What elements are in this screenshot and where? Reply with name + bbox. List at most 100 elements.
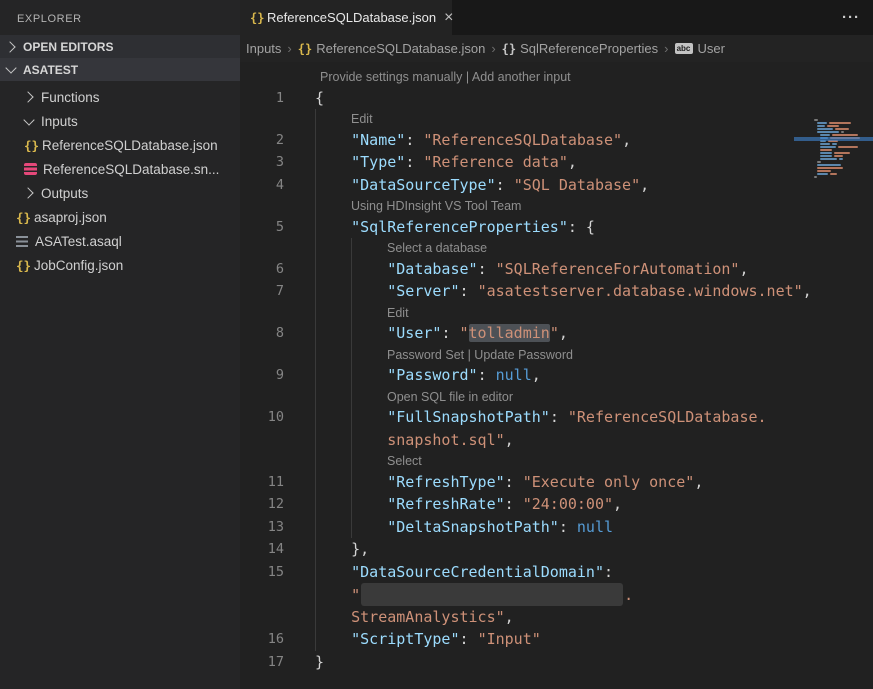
code-text: "SqlReferenceProperties": { xyxy=(315,216,595,239)
codelens-link[interactable]: Edit xyxy=(387,303,409,324)
minimap-line xyxy=(820,158,873,160)
code-line[interactable]: StreamAnalystics", xyxy=(240,606,873,629)
indent-guide xyxy=(351,387,352,407)
codelens-row[interactable]: Select xyxy=(240,451,873,471)
highlighted-text: tolladmin xyxy=(469,324,550,342)
code-line[interactable]: 12 "RefreshRate": "24:00:00", xyxy=(240,493,873,516)
tree-item-outputs[interactable]: Outputs xyxy=(0,181,240,205)
code-token: snapshot.sql" xyxy=(387,431,504,449)
codelens-row[interactable]: Using HDInsight VS Tool Team xyxy=(240,196,873,216)
code-line[interactable]: 1{ xyxy=(240,87,873,110)
code-token: , xyxy=(803,282,812,300)
section-open-editors[interactable]: OPEN EDITORS xyxy=(0,35,240,58)
minimap[interactable] xyxy=(800,119,873,181)
minimap-line xyxy=(817,170,873,172)
tree-item-referencesqldatabase-json[interactable]: {}ReferenceSQLDatabase.json xyxy=(0,133,240,157)
code-line[interactable]: 16 "ScriptType": "Input" xyxy=(240,628,873,651)
code-line[interactable]: 15 "DataSourceCredentialDomain": xyxy=(240,561,873,584)
code-line[interactable]: snapshot.sql", xyxy=(240,429,873,452)
breadcrumb-item-user[interactable]: abcUser xyxy=(675,41,725,56)
indent-guide xyxy=(351,303,352,323)
minimap-viewport[interactable] xyxy=(794,137,873,141)
tree-item-referencesqldatabase-sn[interactable]: ReferenceSQLDatabase.sn... xyxy=(0,157,240,181)
minimap-line xyxy=(820,152,873,154)
codelens-link[interactable]: Provide settings manually | Add another … xyxy=(320,67,571,88)
minimap-segment xyxy=(820,134,830,136)
chevron-down-icon xyxy=(5,62,16,73)
code-line[interactable]: 5 "SqlReferenceProperties": { xyxy=(240,216,873,239)
codelens-link[interactable]: Edit xyxy=(351,109,373,130)
code-line[interactable]: 10 "FullSnapshotPath": "ReferenceSQLData… xyxy=(240,406,873,429)
codelens-link[interactable]: Select a database xyxy=(387,238,487,259)
codelens-row[interactable]: Select a database xyxy=(240,238,873,258)
minimap-segment xyxy=(834,152,850,154)
codelens-link[interactable]: Select xyxy=(387,451,422,472)
code-token: , xyxy=(532,366,541,384)
chevron-right-icon xyxy=(22,187,33,198)
tree-item-label: ReferenceSQLDatabase.sn... xyxy=(43,162,219,177)
code-token xyxy=(315,518,387,536)
tree-item-inputs[interactable]: Inputs xyxy=(0,109,240,133)
code-token: " xyxy=(351,586,360,604)
code-line[interactable]: 8 "User": "tolladmin", xyxy=(240,322,873,345)
tree-item-asaproj-json[interactable]: {}asaproj.json xyxy=(0,205,240,229)
file-tree: FunctionsInputs{}ReferenceSQLDatabase.js… xyxy=(0,81,240,277)
indent-guide xyxy=(315,451,316,471)
tab-referencesqldatabase-json[interactable]: {} ReferenceSQLDatabase.json × xyxy=(240,0,452,35)
section-label: OPEN EDITORS xyxy=(23,40,113,54)
tree-item-asatest-asaql[interactable]: ASATest.asaql xyxy=(0,229,240,253)
codelens-link[interactable]: Password Set | Update Password xyxy=(387,345,573,366)
code-line[interactable]: 9 "Password": null, xyxy=(240,364,873,387)
codelens-row[interactable]: Open SQL file in editor xyxy=(240,387,873,407)
code-token: , xyxy=(739,260,748,278)
breadcrumb-separator: › xyxy=(491,41,495,56)
codelens-row[interactable]: Edit xyxy=(240,109,873,129)
codelens-row[interactable]: Password Set | Update Password xyxy=(240,345,873,365)
code-line[interactable]: ". xyxy=(240,583,873,606)
minimap-segment xyxy=(834,155,843,157)
json-braces-icon: {} xyxy=(16,210,34,225)
minimap-line xyxy=(820,134,873,136)
codelens-link[interactable]: Open SQL file in editor xyxy=(387,387,513,408)
tree-item-jobconfig-json[interactable]: {}JobConfig.json xyxy=(0,253,240,277)
breadcrumb-item-sqlreferenceproperties[interactable]: {}SqlReferenceProperties xyxy=(502,41,658,56)
code-token: , xyxy=(640,176,649,194)
codelens-row[interactable]: Edit xyxy=(240,303,873,323)
more-actions-icon[interactable]: ··· xyxy=(842,9,873,26)
code-editor[interactable]: Provide settings manually | Add another … xyxy=(240,62,873,673)
indent-guide xyxy=(351,451,352,471)
code-line[interactable]: 11 "RefreshType": "Execute only once", xyxy=(240,471,873,494)
code-line[interactable]: 17} xyxy=(240,651,873,674)
code-line[interactable]: 4 "DataSourceType": "SQL Database", xyxy=(240,174,873,197)
minimap-segment xyxy=(817,128,833,130)
code-line[interactable]: 7 "Server": "asatestserver.database.wind… xyxy=(240,280,873,303)
tree-item-functions[interactable]: Functions xyxy=(0,85,240,109)
section-label: ASATEST xyxy=(23,63,78,77)
code-line[interactable]: 3 "Type": "Reference data", xyxy=(240,151,873,174)
indent-guide xyxy=(315,196,316,216)
line-number: 16 xyxy=(240,628,284,651)
code-token: StreamAnalystics" xyxy=(351,608,505,626)
breadcrumb-item-inputs[interactable]: Inputs xyxy=(246,41,281,56)
code-line[interactable]: 13 "DeltaSnapshotPath": null xyxy=(240,516,873,539)
tree-item-label: asaproj.json xyxy=(34,210,107,225)
editor-group: {} ReferenceSQLDatabase.json × ··· Input… xyxy=(240,0,873,689)
minimap-line xyxy=(817,173,873,175)
section-asatest[interactable]: ASATEST xyxy=(0,58,240,81)
breadcrumb-item-referencesqldatabase-json[interactable]: {}ReferenceSQLDatabase.json xyxy=(298,41,486,56)
codelens-link[interactable]: Using HDInsight VS Tool Team xyxy=(351,196,521,217)
code-token xyxy=(315,586,351,604)
code-token: : xyxy=(460,630,478,648)
codelens-row[interactable]: Provide settings manually | Add another … xyxy=(240,67,873,87)
code-line[interactable]: 14 }, xyxy=(240,538,873,561)
close-icon[interactable]: × xyxy=(444,10,453,26)
code-token: "Reference data" xyxy=(423,153,568,171)
indent-guide xyxy=(315,238,316,258)
explorer-title: EXPLORER xyxy=(0,0,240,35)
code-token xyxy=(315,324,387,342)
code-line[interactable]: 2 "Name": "ReferenceSQLDatabase", xyxy=(240,129,873,152)
minimap-segment xyxy=(817,125,825,127)
code-line[interactable]: 6 "Database": "SQLReferenceForAutomation… xyxy=(240,258,873,281)
minimap-segment xyxy=(820,149,832,151)
indent-guide xyxy=(315,387,316,407)
